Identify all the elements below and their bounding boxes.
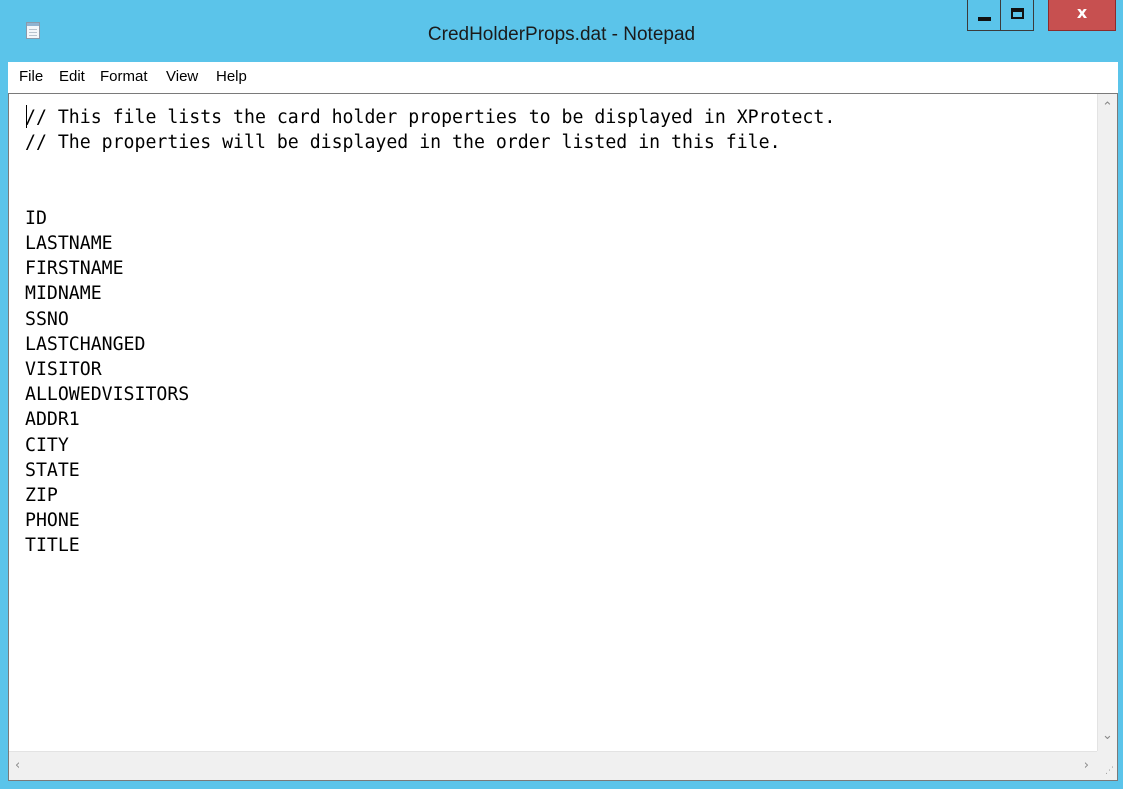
editor-line: CITY xyxy=(25,434,69,456)
window-title: CredHolderProps.dat - Notepad xyxy=(427,24,696,45)
menu-bar: File Edit Format View Help xyxy=(8,62,1118,93)
editor-line: PHONE xyxy=(25,510,80,532)
size-grip[interactable]: ⋰ xyxy=(1097,751,1117,780)
editor-line: // The properties will be displayed in t… xyxy=(25,132,781,154)
editor-line: LASTCHANGED xyxy=(25,333,146,355)
window-client-area: File Edit Format View Help // This file … xyxy=(8,62,1118,781)
resize-grip-icon: ⋰ xyxy=(1105,766,1114,776)
editor-line: ALLOWEDVISITORS xyxy=(25,384,190,406)
editor-line: MIDNAME xyxy=(25,283,102,305)
chevron-down-icon[interactable]: ⌄ xyxy=(1102,728,1113,743)
minimize-button[interactable] xyxy=(967,0,1001,31)
menu-edit[interactable]: Edit xyxy=(59,68,85,85)
notepad-window: CredHolderProps.dat - Notepad x File Edi… xyxy=(0,0,1123,789)
menu-file[interactable]: File xyxy=(19,68,43,85)
editor-line: ADDR1 xyxy=(25,409,80,431)
horizontal-scrollbar[interactable]: ‹ › xyxy=(9,751,1097,780)
close-button[interactable]: x xyxy=(1048,0,1116,31)
text-caret xyxy=(26,105,27,128)
chevron-right-icon[interactable]: › xyxy=(1084,758,1089,773)
text-editor[interactable]: // This file lists the card holder prope… xyxy=(8,93,1118,781)
chevron-left-icon[interactable]: ‹ xyxy=(15,758,20,773)
minimize-icon xyxy=(978,17,991,21)
editor-line: STATE xyxy=(25,459,80,481)
editor-line: TITLE xyxy=(25,535,80,557)
menu-help[interactable]: Help xyxy=(216,68,247,85)
editor-line: FIRSTNAME xyxy=(25,258,124,280)
editor-line: ZIP xyxy=(25,485,58,507)
vertical-scrollbar[interactable]: ⌃ ⌄ xyxy=(1097,94,1117,751)
editor-line: // This file lists the card holder prope… xyxy=(25,107,836,128)
maximize-button[interactable] xyxy=(1000,0,1034,31)
editor-line: VISITOR xyxy=(25,359,102,381)
close-icon: x xyxy=(1076,3,1088,22)
editor-line: ID xyxy=(25,207,47,229)
editor-line: LASTNAME xyxy=(25,233,113,255)
title-bar[interactable]: CredHolderProps.dat - Notepad x xyxy=(0,0,1123,62)
editor-line: SSNO xyxy=(25,308,69,330)
menu-format[interactable]: Format xyxy=(100,68,148,85)
maximize-icon xyxy=(1011,8,1024,19)
editor-content[interactable]: // This file lists the card holder prope… xyxy=(25,105,835,559)
menu-view[interactable]: View xyxy=(166,68,198,85)
chevron-up-icon[interactable]: ⌃ xyxy=(1102,100,1113,115)
